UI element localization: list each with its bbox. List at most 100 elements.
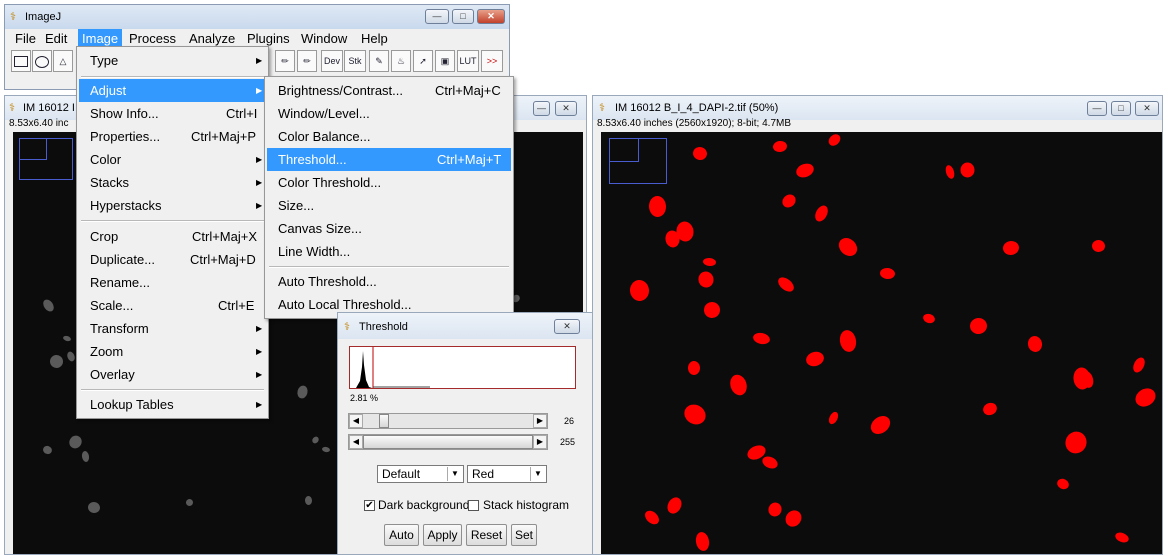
dropper-tool-icon[interactable]: ✏	[275, 50, 295, 72]
menu-item-transform[interactable]: Transform ▶	[79, 317, 266, 340]
image-menu-dropdown: Type ▶ Adjust ▶ Show Info... Ctrl+I Propert…	[76, 46, 269, 419]
zoom-indicator	[19, 138, 73, 180]
nucleus	[691, 145, 709, 162]
menu-item-canvas-size[interactable]: Canvas Size...	[267, 217, 511, 240]
nucleus	[867, 412, 894, 438]
polygon-tool-icon[interactable]: △	[53, 50, 73, 72]
menu-file[interactable]: File	[11, 29, 40, 48]
menu-item-scale[interactable]: Scale... Ctrl+E	[79, 294, 266, 317]
arrow-tool-icon[interactable]: ➚	[413, 50, 433, 72]
dev-tool-button[interactable]: Dev	[321, 50, 343, 72]
upper-threshold-value: 255	[560, 437, 576, 447]
threshold-dialog[interactable]: ⚕ Threshold ✕ 2.81 % ◀ ▶ 26 ◀ ▶ 255 Defa…	[337, 312, 593, 555]
lower-threshold-slider[interactable]: ◀ ▶	[348, 413, 548, 429]
maximize-button[interactable]: □	[452, 9, 474, 24]
nucleus	[687, 360, 701, 376]
threshold-display-select[interactable]: Red ▼	[467, 465, 547, 483]
imagej-icon: ⚕	[9, 102, 15, 114]
threshold-histogram	[349, 346, 576, 389]
close-button[interactable]: ✕	[477, 9, 505, 24]
menu-item-hyperstacks[interactable]: Hyperstacks ▶	[79, 194, 266, 217]
nucleus	[794, 161, 816, 180]
nucleus	[727, 372, 750, 398]
stk-tool-button[interactable]: Stk	[344, 50, 366, 72]
nucleus	[304, 495, 313, 506]
right-image-titlebar[interactable]: ⚕ IM 16012 B_I_4_DAPI-2.tif (50%) — □ ✕	[593, 96, 1162, 120]
menu-item-window-level[interactable]: Window/Level...	[267, 102, 511, 125]
stack-histogram-checkbox[interactable]	[468, 500, 479, 511]
menu-item-adjust[interactable]: Adjust ▶	[79, 79, 266, 102]
menu-item-duplicate[interactable]: Duplicate... Ctrl+Maj+D	[79, 248, 266, 271]
nucleus	[1130, 355, 1148, 375]
imagej-icon: ⚕	[344, 321, 350, 333]
nucleus	[664, 494, 685, 517]
menu-item-crop[interactable]: Crop Ctrl+Maj+X	[79, 225, 266, 248]
right-arrow-icon[interactable]: ▶	[533, 414, 547, 428]
menu-item-size[interactable]: Size...	[267, 194, 511, 217]
set-button[interactable]: Set	[511, 524, 537, 546]
menu-item-color-balance[interactable]: Color Balance...	[267, 125, 511, 148]
menu-help[interactable]: Help	[357, 29, 392, 48]
menu-item-brightness-contrast[interactable]: Brightness/Contrast... Ctrl+Maj+C	[267, 79, 511, 102]
menu-item-overlay[interactable]: Overlay ▶	[79, 363, 266, 386]
minimize-button[interactable]: —	[1087, 101, 1107, 116]
flood-fill-icon[interactable]: ♨	[391, 50, 411, 72]
chevron-down-icon: ▼	[447, 467, 462, 481]
close-button[interactable]: ✕	[1135, 101, 1159, 116]
menu-item-zoom[interactable]: Zoom ▶	[79, 340, 266, 363]
apply-button[interactable]: Apply	[423, 524, 462, 546]
nucleus	[1002, 239, 1020, 257]
submenu-arrow-icon: ▶	[256, 370, 263, 379]
oval-tool-icon[interactable]	[32, 50, 52, 72]
auto-button[interactable]: Auto	[384, 524, 419, 546]
minimize-button[interactable]: —	[425, 9, 449, 24]
nucleus	[804, 349, 826, 369]
color-picker-icon[interactable]: ✏	[297, 50, 317, 72]
lut-tool-button[interactable]: LUT	[457, 50, 479, 72]
close-button[interactable]: ✕	[555, 101, 577, 116]
dark-background-checkbox[interactable]: ✔	[364, 500, 375, 511]
maximize-button[interactable]: □	[1111, 101, 1131, 116]
minimize-button[interactable]: —	[533, 101, 550, 116]
menu-item-color-threshold[interactable]: Color Threshold...	[267, 171, 511, 194]
menu-item-rename[interactable]: Rename...	[79, 271, 266, 294]
right-image-canvas[interactable]	[601, 132, 1162, 554]
menu-item-line-width[interactable]: Line Width...	[267, 240, 511, 263]
left-image-title: IM 16012 I	[23, 102, 75, 114]
menu-edit[interactable]: Edit	[41, 29, 71, 48]
menu-window[interactable]: Window	[297, 29, 351, 48]
menu-item-color[interactable]: Color ▶	[79, 148, 266, 171]
reset-button[interactable]: Reset	[466, 524, 507, 546]
menu-item-lookup-tables[interactable]: Lookup Tables ▶	[79, 393, 266, 416]
more-tools-button[interactable]: >>	[481, 50, 503, 72]
menu-item-show-info[interactable]: Show Info... Ctrl+I	[79, 102, 266, 125]
close-button[interactable]: ✕	[554, 319, 580, 334]
menu-item-stacks[interactable]: Stacks ▶	[79, 171, 266, 194]
upper-threshold-slider[interactable]: ◀ ▶	[348, 434, 548, 450]
upper-slider-thumb[interactable]	[363, 435, 533, 449]
nucleus	[826, 132, 843, 149]
lower-slider-thumb[interactable]	[379, 414, 389, 428]
rectangle-tool-icon[interactable]	[11, 50, 31, 72]
pixel-inspector-icon[interactable]: ▣	[435, 50, 455, 72]
right-arrow-icon[interactable]: ▶	[533, 435, 547, 449]
nucleus	[879, 267, 896, 280]
threshold-method-select[interactable]: Default ▼	[377, 465, 464, 483]
nucleus	[296, 384, 309, 400]
imagej-titlebar[interactable]: ⚕ ImageJ — □ ✕	[5, 5, 509, 29]
left-arrow-icon[interactable]: ◀	[349, 435, 363, 449]
menu-item-properties[interactable]: Properties... Ctrl+Maj+P	[79, 125, 266, 148]
menu-item-threshold[interactable]: Threshold... Ctrl+Maj+T	[267, 148, 511, 171]
nucleus	[1026, 334, 1044, 354]
nucleus	[772, 140, 788, 153]
left-arrow-icon[interactable]: ◀	[349, 414, 363, 428]
brush-tool-icon[interactable]: ✎	[369, 50, 389, 72]
menu-item-auto-threshold[interactable]: Auto Threshold...	[267, 270, 511, 293]
nucleus	[680, 400, 710, 429]
stack-histogram-label: Stack histogram	[483, 498, 570, 512]
threshold-titlebar[interactable]: ⚕ Threshold ✕	[338, 313, 592, 339]
menu-item-type[interactable]: Type ▶	[79, 49, 266, 72]
nucleus	[921, 312, 937, 325]
right-image-window[interactable]: ⚕ IM 16012 B_I_4_DAPI-2.tif (50%) — □ ✕ …	[592, 95, 1163, 555]
left-image-info: 8.53x6.40 inc	[9, 118, 69, 129]
